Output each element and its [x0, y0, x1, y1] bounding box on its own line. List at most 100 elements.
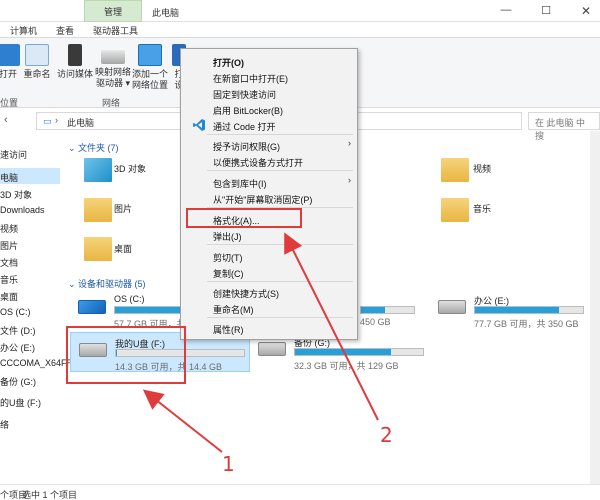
menu-unpin-start[interactable]: 从"开始"屏幕取消固定(P)	[213, 193, 312, 206]
nav-backup-g[interactable]: 备份 (G:)	[0, 375, 36, 388]
search-input[interactable]: 在 此电脑 中搜	[528, 112, 600, 141]
chevron-right-icon: ›	[55, 115, 58, 125]
add-location-label-1: 添加一个	[131, 69, 168, 79]
minimize-button[interactable]: —	[500, 4, 512, 18]
chevron-down-icon: ⌄	[68, 279, 79, 289]
devices-header-label: 设备和驱动器 (5)	[78, 279, 146, 289]
add-location-button[interactable]: 添加一个 网络位置	[130, 44, 170, 91]
drive-os-c-name: OS (C:)	[114, 294, 145, 304]
desktop-folder-icon	[84, 237, 112, 261]
group-network: 网络	[102, 98, 121, 108]
folder-pictures[interactable]: 图片	[84, 198, 132, 222]
drive-backup-g-fill	[295, 349, 391, 355]
highlight-usb-drive	[66, 326, 186, 384]
menu-cut[interactable]: 剪切(T)	[213, 251, 243, 264]
map-drive-label-2: 驱动器 ▾	[95, 78, 131, 88]
submenu-arrow-icon: ›	[348, 175, 351, 185]
tab-view[interactable]: 查看	[56, 24, 74, 37]
network-drive-icon	[101, 50, 125, 64]
menu-open[interactable]: 打开(O)	[213, 56, 244, 69]
pictures-folder-icon	[84, 198, 112, 222]
folder-desktop[interactable]: 桌面	[84, 237, 132, 261]
menu-copy[interactable]: 复制(C)	[213, 267, 244, 280]
menu-properties[interactable]: 属性(R)	[213, 323, 244, 336]
folder-3d-objects[interactable]: 3D 对象	[84, 158, 146, 182]
office-drive-icon	[438, 300, 466, 314]
nav-office-e[interactable]: 办公 (E:)	[0, 341, 35, 354]
group-location: 位置	[0, 98, 19, 108]
3d-objects-icon	[84, 158, 112, 182]
vertical-scrollbar[interactable]	[590, 131, 600, 484]
folders-section-header[interactable]: ⌄ 文件夹 (7)	[68, 141, 119, 154]
status-selected: 选中 1 个项目	[22, 490, 78, 500]
back-arrow-icon[interactable]: ‹	[4, 114, 8, 126]
nav-quick-access[interactable]: 速访问	[0, 148, 27, 161]
nav-desktop[interactable]: 桌面	[0, 290, 18, 303]
menu-separator	[207, 170, 353, 171]
devices-section-header[interactable]: ⌄ 设备和驱动器 (5)	[68, 277, 146, 290]
nav-network[interactable]: 络	[0, 418, 9, 431]
menu-create-shortcut[interactable]: 创建快捷方式(S)	[213, 287, 279, 300]
nav-os-c[interactable]: OS (C:)	[0, 307, 31, 317]
tab-drive-tools[interactable]: 驱动器工具	[93, 24, 138, 37]
menu-bitlocker[interactable]: 启用 BitLocker(B)	[213, 104, 283, 117]
network-location-icon	[138, 44, 162, 66]
rename-label: 重命名	[23, 69, 51, 79]
menu-separator	[207, 317, 353, 318]
drive-backup-g-usage	[294, 348, 424, 356]
close-button[interactable]: ✕	[580, 4, 592, 18]
add-location-label-2: 网络位置	[131, 80, 168, 90]
media-icon	[68, 44, 82, 66]
music-folder-icon	[441, 198, 469, 222]
access-media-label: 访问媒体	[56, 69, 93, 79]
folder-3d-objects-label: 3D 对象	[114, 164, 147, 174]
menu-grant-access[interactable]: 授予访问权限(G)	[213, 140, 280, 153]
nav-usb-f[interactable]: 的U盘 (F:)	[0, 396, 41, 409]
rename-icon	[25, 44, 49, 66]
ribbon-tabs: 计算机 查看 驱动器工具	[0, 22, 600, 38]
chevron-down-icon: ⌄	[68, 143, 79, 153]
vscode-icon	[193, 119, 205, 131]
nav-3d-objects[interactable]: 3D 对象	[0, 188, 32, 201]
nav-this-pc[interactable]: 电脑	[0, 168, 60, 184]
maximize-button[interactable]: ☐	[540, 4, 552, 18]
drive-office-e[interactable]: 办公 (E:) 77.7 GB 可用，共 350 GB	[430, 290, 590, 330]
drive-office-e-usage	[474, 306, 584, 314]
menu-separator	[207, 134, 353, 135]
menu-open-new-window[interactable]: 在新窗口中打开(E)	[213, 72, 288, 85]
drive-backup-g-free: 32.3 GB 可用，共 129 GB	[294, 361, 399, 371]
menu-rename[interactable]: 重命名(M)	[213, 303, 254, 316]
nav-music[interactable]: 音乐	[0, 273, 18, 286]
folders-header-label: 文件夹 (7)	[78, 143, 119, 153]
windows-drive-icon	[78, 300, 106, 314]
menu-open-with-code[interactable]: 通过 Code 打开	[213, 120, 276, 133]
nav-downloads[interactable]: Downloads	[0, 205, 45, 215]
menu-separator	[207, 244, 353, 245]
menu-portable-device[interactable]: 以便携式设备方式打开	[213, 156, 303, 169]
drive-doc-d-fill	[361, 307, 385, 313]
folder-videos[interactable]: 视频	[441, 158, 491, 182]
drive-office-e-free: 77.7 GB 可用，共 350 GB	[474, 319, 579, 329]
nav-cccoma[interactable]: CCCOMA_X64FR	[0, 358, 73, 368]
nav-doc-d[interactable]: 文件 (D:)	[0, 324, 36, 337]
window-controls: — ☐ ✕	[500, 4, 592, 18]
manage-tab[interactable]: 管理	[84, 0, 142, 22]
nav-pictures[interactable]: 图片	[0, 239, 18, 252]
folder-music[interactable]: 音乐	[441, 198, 491, 222]
map-drive-button[interactable]: 映射网络 驱动器 ▾	[94, 44, 132, 89]
nav-documents[interactable]: 文档	[0, 256, 18, 269]
rename-button[interactable]: 重命名	[22, 44, 52, 80]
status-bar: 个项目 选中 1 个项目	[0, 484, 600, 500]
menu-pin-quick-access[interactable]: 固定到快速访问	[213, 88, 276, 101]
backup-drive-icon	[258, 342, 286, 356]
menu-include-library[interactable]: 包含到库中(I)	[213, 177, 267, 190]
menu-eject[interactable]: 弹出(J)	[213, 230, 242, 243]
nav-videos[interactable]: 视频	[0, 222, 18, 235]
access-media-button[interactable]: 访问媒体	[56, 44, 94, 80]
menu-separator	[207, 281, 353, 282]
open-button[interactable]: 打开	[0, 44, 20, 80]
tab-computer[interactable]: 计算机	[10, 24, 37, 37]
open-label: 打开	[0, 69, 17, 79]
highlight-format-item	[186, 208, 302, 228]
pc-icon: ▭	[43, 116, 52, 126]
